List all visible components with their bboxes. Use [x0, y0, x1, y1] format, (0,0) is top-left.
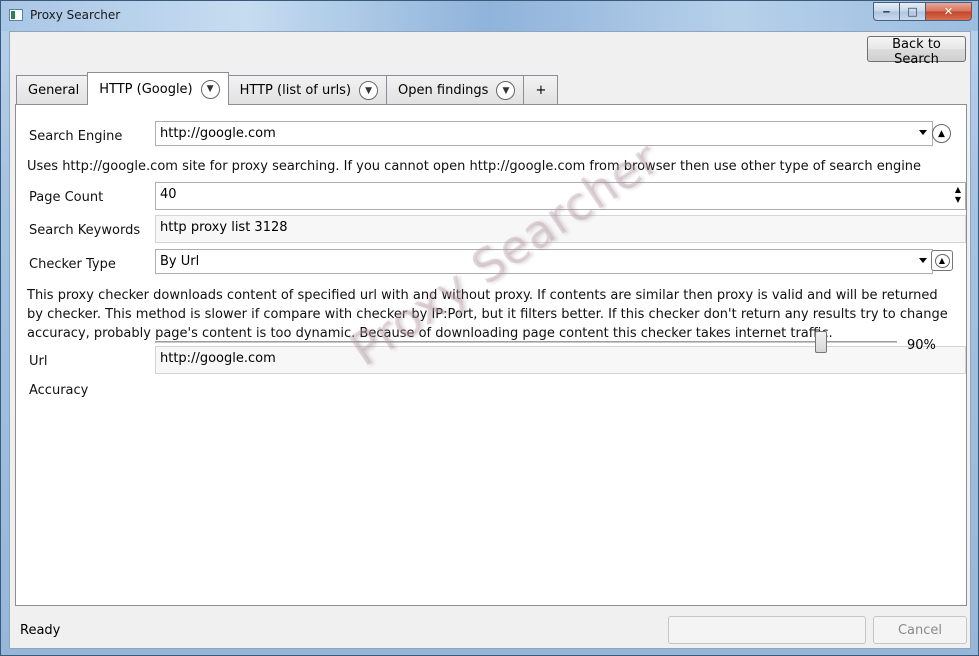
- tab-http-list-of-urls[interactable]: HTTP (list of urls) ▼: [227, 75, 388, 105]
- tab-label: +: [535, 83, 547, 98]
- chevron-down-icon[interactable]: ▼: [359, 81, 379, 100]
- chevron-up-icon[interactable]: ▲: [932, 124, 951, 143]
- search-engine-value: http://google.com: [160, 126, 276, 141]
- tab-content-panel: Search Engine http://google.com ▲ Uses h…: [15, 104, 967, 606]
- page-count-stepper[interactable]: 40 ▲ ▼: [155, 182, 966, 210]
- tab-http-google[interactable]: HTTP (Google) ▼: [87, 72, 229, 105]
- tab-general[interactable]: General: [16, 75, 89, 105]
- checker-type-description: This proxy checker downloads content of …: [27, 288, 948, 341]
- accuracy-value: 90%: [907, 338, 936, 353]
- tab-label: General: [28, 83, 80, 98]
- search-keywords-label: Search Keywords: [29, 223, 141, 238]
- checker-type-label: Checker Type: [29, 257, 116, 272]
- search-engine-label: Search Engine: [29, 129, 123, 144]
- window-title: Proxy Searcher: [30, 8, 121, 22]
- search-engine-select[interactable]: http://google.com: [155, 121, 933, 146]
- accuracy-slider-track[interactable]: [155, 341, 897, 343]
- page-count-label: Page Count: [29, 190, 104, 205]
- search-keywords-value: http proxy list 3128: [160, 220, 288, 235]
- search-engine-description: Uses http://google.com site for proxy se…: [27, 159, 922, 174]
- chevron-down-icon[interactable]: ▼: [200, 79, 220, 99]
- tab-label: Open findings: [398, 83, 489, 98]
- close-button[interactable]: ✕: [926, 2, 972, 21]
- tab-label: HTTP (Google): [99, 81, 193, 97]
- accuracy-slider-thumb[interactable]: [815, 331, 827, 353]
- tab-open-findings[interactable]: Open findings ▼: [386, 75, 525, 105]
- add-tab-button[interactable]: +: [523, 75, 559, 105]
- spinner-arrows[interactable]: ▲ ▼: [955, 185, 961, 205]
- checker-type-value: By Url: [160, 254, 200, 269]
- chevron-up-icon: ▲: [934, 253, 950, 268]
- window-controls: ‒ □ ✕: [873, 2, 972, 21]
- client-area: Back to Search General HTTP (Google) ▼ H…: [9, 31, 971, 649]
- title-bar[interactable]: Proxy Searcher ‒ □ ✕: [1, 1, 978, 31]
- tab-strip: General HTTP (Google) ▼ HTTP (list of ur…: [16, 72, 559, 105]
- accuracy-label: Accuracy: [29, 383, 89, 398]
- checker-type-select[interactable]: By Url: [155, 249, 933, 274]
- status-text: Ready: [20, 623, 61, 638]
- page-count-value: 40: [160, 187, 177, 202]
- url-label: Url: [29, 354, 48, 369]
- maximize-button[interactable]: □: [900, 2, 926, 21]
- back-to-search-button[interactable]: Back to Search: [867, 36, 966, 67]
- spin-down-icon[interactable]: ▼: [955, 195, 961, 205]
- cancel-button[interactable]: Cancel: [873, 616, 967, 644]
- spin-up-icon[interactable]: ▲: [955, 185, 961, 195]
- app-window: Proxy Searcher ‒ □ ✕ Back to Search Gene…: [0, 0, 979, 656]
- chevron-down-icon[interactable]: ▼: [496, 81, 516, 100]
- search-keywords-input[interactable]: http proxy list 3128: [155, 215, 966, 243]
- progress-button[interactable]: [668, 616, 866, 644]
- url-input[interactable]: http://google.com: [155, 346, 966, 374]
- checker-collapse-button[interactable]: ▲: [931, 250, 953, 271]
- tab-label: HTTP (list of urls): [239, 83, 352, 98]
- triangle-down-icon: [919, 130, 927, 135]
- triangle-down-icon: [919, 258, 927, 263]
- app-icon: [9, 9, 23, 21]
- url-value: http://google.com: [160, 351, 276, 366]
- minimize-button[interactable]: ‒: [873, 2, 900, 21]
